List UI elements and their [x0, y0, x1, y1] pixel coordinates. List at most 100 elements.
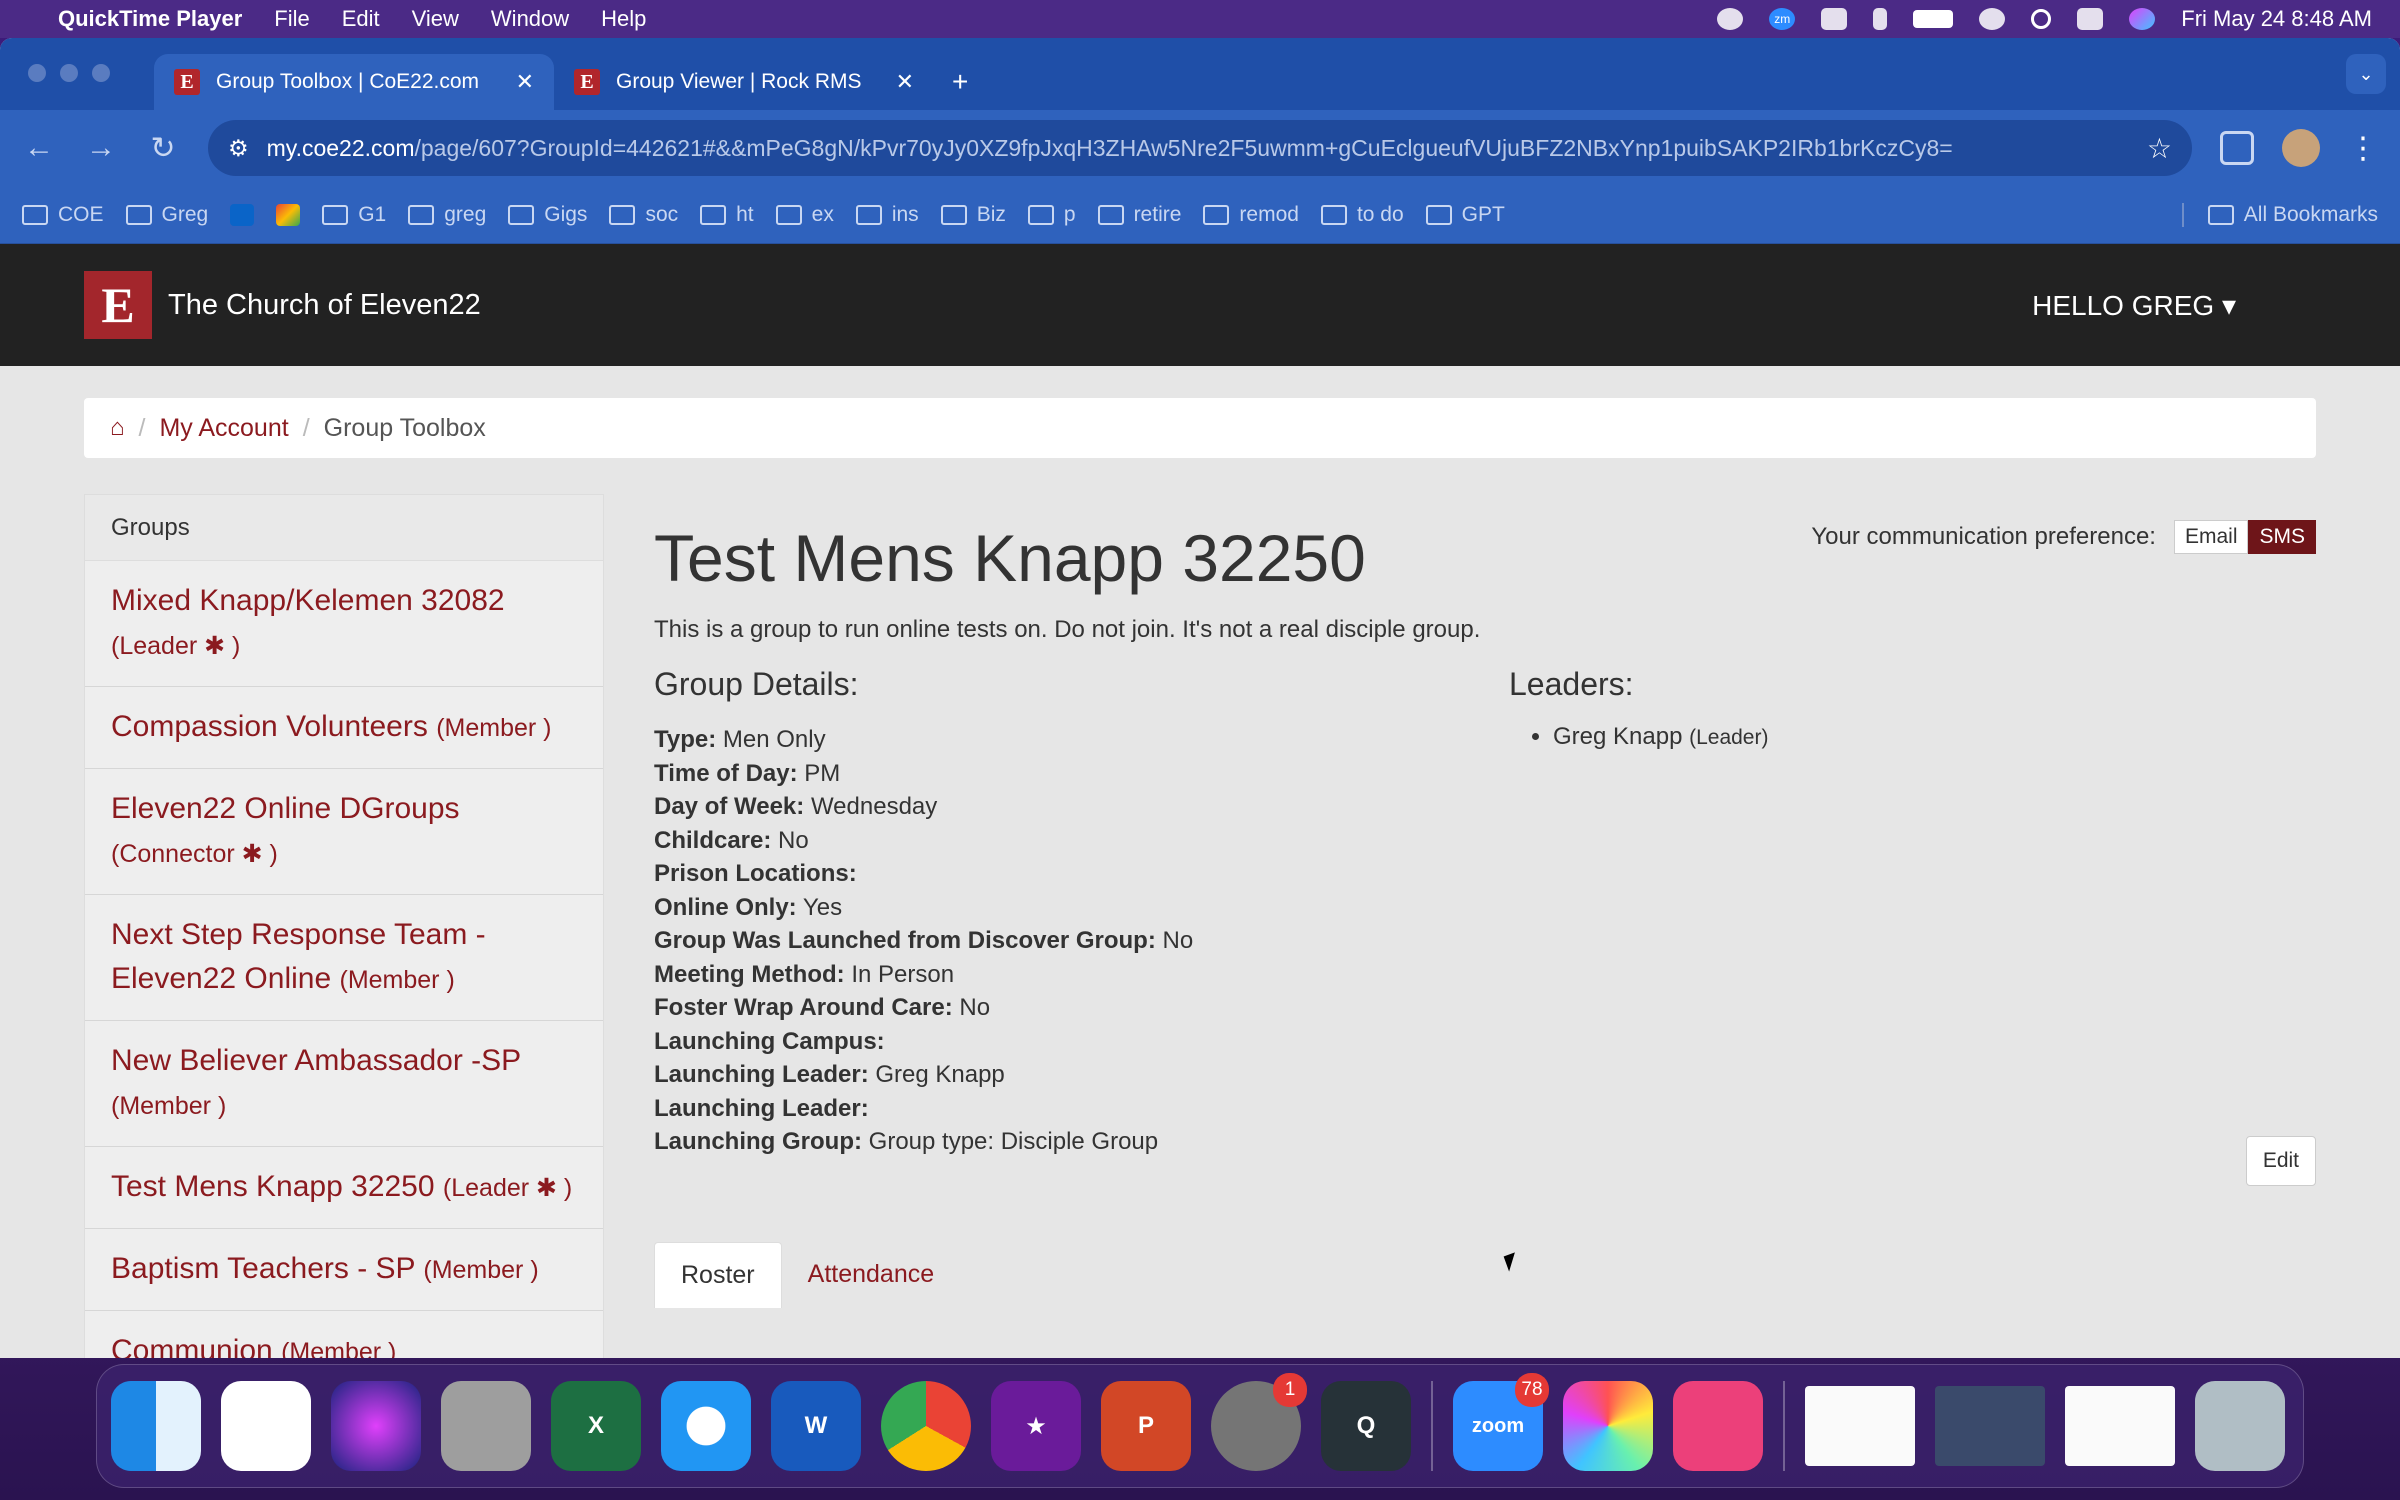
menu-edit[interactable]: Edit: [342, 6, 380, 32]
bookmark-label: retire: [1133, 202, 1182, 226]
finder-icon[interactable]: [111, 1381, 201, 1471]
site-info-icon[interactable]: ⚙: [228, 135, 249, 162]
gmail-bookmark-icon[interactable]: [276, 203, 301, 226]
group-name: Test Mens Knapp 32250: [111, 1170, 435, 1203]
group-link-eleven22-online-dgroups[interactable]: Eleven22 Online DGroups (Connector ✱ ): [85, 769, 603, 895]
bookmark-greg[interactable]: Greg: [125, 203, 208, 227]
menu-view[interactable]: View: [412, 6, 459, 32]
menu-clock[interactable]: Fri May 24 8:48 AM: [2181, 6, 2372, 32]
word-icon[interactable]: W: [771, 1381, 861, 1471]
zoom-menu-icon[interactable]: zm: [1769, 8, 1796, 30]
tab-attendance[interactable]: Attendance: [782, 1242, 961, 1308]
tab-group-viewer[interactable]: E Group Viewer | Rock RMS ✕: [554, 54, 934, 110]
all-bookmarks-button[interactable]: All Bookmarks: [2181, 202, 2378, 227]
home-icon[interactable]: ⌂: [110, 414, 125, 442]
voice-memos-icon[interactable]: [221, 1381, 311, 1471]
church-logo[interactable]: E: [84, 271, 152, 339]
siri-app-icon[interactable]: [331, 1381, 421, 1471]
tab-group-toolbox[interactable]: E Group Toolbox | CoE22.com ✕: [154, 54, 554, 110]
address-bar[interactable]: ⚙ my.coe22.com/page/607?GroupId=442621#&…: [208, 120, 2192, 176]
bookmark-ins[interactable]: ins: [855, 203, 919, 227]
group-link-test-mens-knapp[interactable]: Test Mens Knapp 32250 (Leader ✱ ): [85, 1147, 603, 1229]
detail-key: Foster Wrap Around Care:: [654, 994, 953, 1021]
bookmark-g1[interactable]: G1: [322, 203, 386, 227]
bookmark-remod[interactable]: remod: [1203, 203, 1299, 227]
trash-icon[interactable]: [2195, 1381, 2285, 1471]
safari-icon[interactable]: [661, 1381, 751, 1471]
reload-icon[interactable]: ↻: [146, 131, 180, 166]
outlook-bookmark-icon[interactable]: [230, 203, 255, 226]
back-arrow-icon[interactable]: ←: [22, 131, 56, 165]
site-name[interactable]: The Church of Eleven22: [168, 289, 481, 322]
control-center-icon[interactable]: [2077, 8, 2104, 30]
menu-file[interactable]: File: [274, 6, 309, 32]
menu-app-name[interactable]: QuickTime Player: [58, 6, 242, 32]
chrome-icon[interactable]: [881, 1381, 971, 1471]
bookmark-gigs[interactable]: Gigs: [508, 203, 587, 227]
site-header: E The Church of Eleven22 HELLO GREG ▾: [0, 244, 2400, 366]
breadcrumb-my-account[interactable]: My Account: [159, 414, 288, 443]
bookmark-label: soc: [645, 202, 679, 226]
bookmark-ex[interactable]: ex: [775, 203, 834, 227]
cleanmymac-icon[interactable]: [1673, 1381, 1763, 1471]
system-settings-icon[interactable]: 1: [1211, 1373, 1307, 1471]
imovie-icon[interactable]: ★: [991, 1381, 1081, 1471]
bookmark-p[interactable]: p: [1027, 203, 1076, 227]
window-thumbnail-word[interactable]: [1805, 1386, 1915, 1466]
close-tab-icon[interactable]: ✕: [896, 69, 914, 95]
bookmark-retire[interactable]: retire: [1097, 202, 1182, 227]
window-thumbnail-chrome[interactable]: [1935, 1386, 2045, 1466]
tab-search-chevron-icon[interactable]: ⌄: [2346, 54, 2386, 94]
group-name: Compassion Volunteers: [111, 710, 428, 743]
bookmark-label: GPT: [1461, 202, 1505, 226]
window-thumbnail-word-2[interactable]: [2065, 1386, 2175, 1466]
close-tab-icon[interactable]: ✕: [516, 69, 534, 95]
group-link-next-step-response[interactable]: Next Step Response Team - Eleven22 Onlin…: [85, 895, 603, 1021]
extensions-icon[interactable]: [2220, 131, 2254, 165]
menu-window[interactable]: Window: [491, 6, 569, 32]
forward-arrow-icon[interactable]: →: [84, 131, 118, 165]
group-link-new-believer-ambassador[interactable]: New Believer Ambassador -SP (Member ): [85, 1021, 603, 1147]
bookmark-coe[interactable]: COE: [22, 203, 104, 227]
bookmark-greg-2[interactable]: greg: [408, 203, 486, 227]
user-menu-button[interactable]: HELLO GREG ▾: [2032, 289, 2236, 322]
close-window-button[interactable]: [28, 64, 46, 82]
profile-avatar[interactable]: [2282, 129, 2320, 167]
group-link-mixed-knapp-kelemen[interactable]: Mixed Knapp/Kelemen 32082 (Leader ✱ ): [85, 561, 603, 687]
spotlight-search-icon[interactable]: [2031, 9, 2052, 29]
menu-help[interactable]: Help: [601, 6, 646, 32]
bluetooth-icon[interactable]: [1873, 8, 1888, 30]
bookmark-soc[interactable]: soc: [609, 203, 678, 227]
bookmark-ht[interactable]: ht: [700, 203, 754, 227]
zoom-window-button[interactable]: [92, 64, 110, 82]
bookmark-to-do[interactable]: to do: [1320, 203, 1404, 227]
screen-record-icon[interactable]: [1717, 8, 1744, 30]
excel-icon[interactable]: X: [551, 1381, 641, 1471]
siri-icon[interactable]: [2129, 8, 2156, 30]
detail-key: Type:: [654, 726, 717, 753]
browser-menu-icon[interactable]: ⋮: [2348, 131, 2378, 166]
launchpad-icon[interactable]: [441, 1381, 531, 1471]
minimize-window-button[interactable]: [60, 64, 78, 82]
photos-icon[interactable]: [1563, 1381, 1653, 1471]
group-link-communion[interactable]: Communion (Member ): [85, 1311, 603, 1358]
wifi-icon[interactable]: [1979, 8, 2006, 30]
new-tab-icon[interactable]: +: [952, 66, 968, 98]
comm-sms-option[interactable]: SMS: [2248, 520, 2316, 554]
tab-roster[interactable]: Roster: [654, 1242, 782, 1308]
zoom-icon[interactable]: zoom 78: [1453, 1373, 1549, 1471]
battery-icon[interactable]: [1913, 10, 1954, 28]
bookmark-biz[interactable]: Biz: [940, 203, 1006, 227]
edit-group-button[interactable]: Edit: [2245, 1136, 2316, 1186]
macos-dock: X W ★ P 1 Q zoom 78: [96, 1364, 2304, 1488]
group-link-baptism-teachers[interactable]: Baptism Teachers - SP (Member ): [85, 1229, 603, 1311]
bookmark-label: G1: [358, 202, 387, 226]
display-icon[interactable]: [1821, 8, 1848, 30]
powerpoint-icon[interactable]: P: [1101, 1381, 1191, 1471]
bookmark-gpt[interactable]: GPT: [1425, 202, 1505, 227]
group-link-compassion-volunteers[interactable]: Compassion Volunteers (Member ): [85, 687, 603, 769]
quicktime-icon[interactable]: Q: [1321, 1381, 1411, 1471]
url-text[interactable]: my.coe22.com/page/607?GroupId=442621#&&m…: [267, 135, 2129, 162]
comm-email-option[interactable]: Email: [2173, 520, 2249, 554]
bookmark-star-icon[interactable]: ☆: [2147, 132, 2172, 165]
